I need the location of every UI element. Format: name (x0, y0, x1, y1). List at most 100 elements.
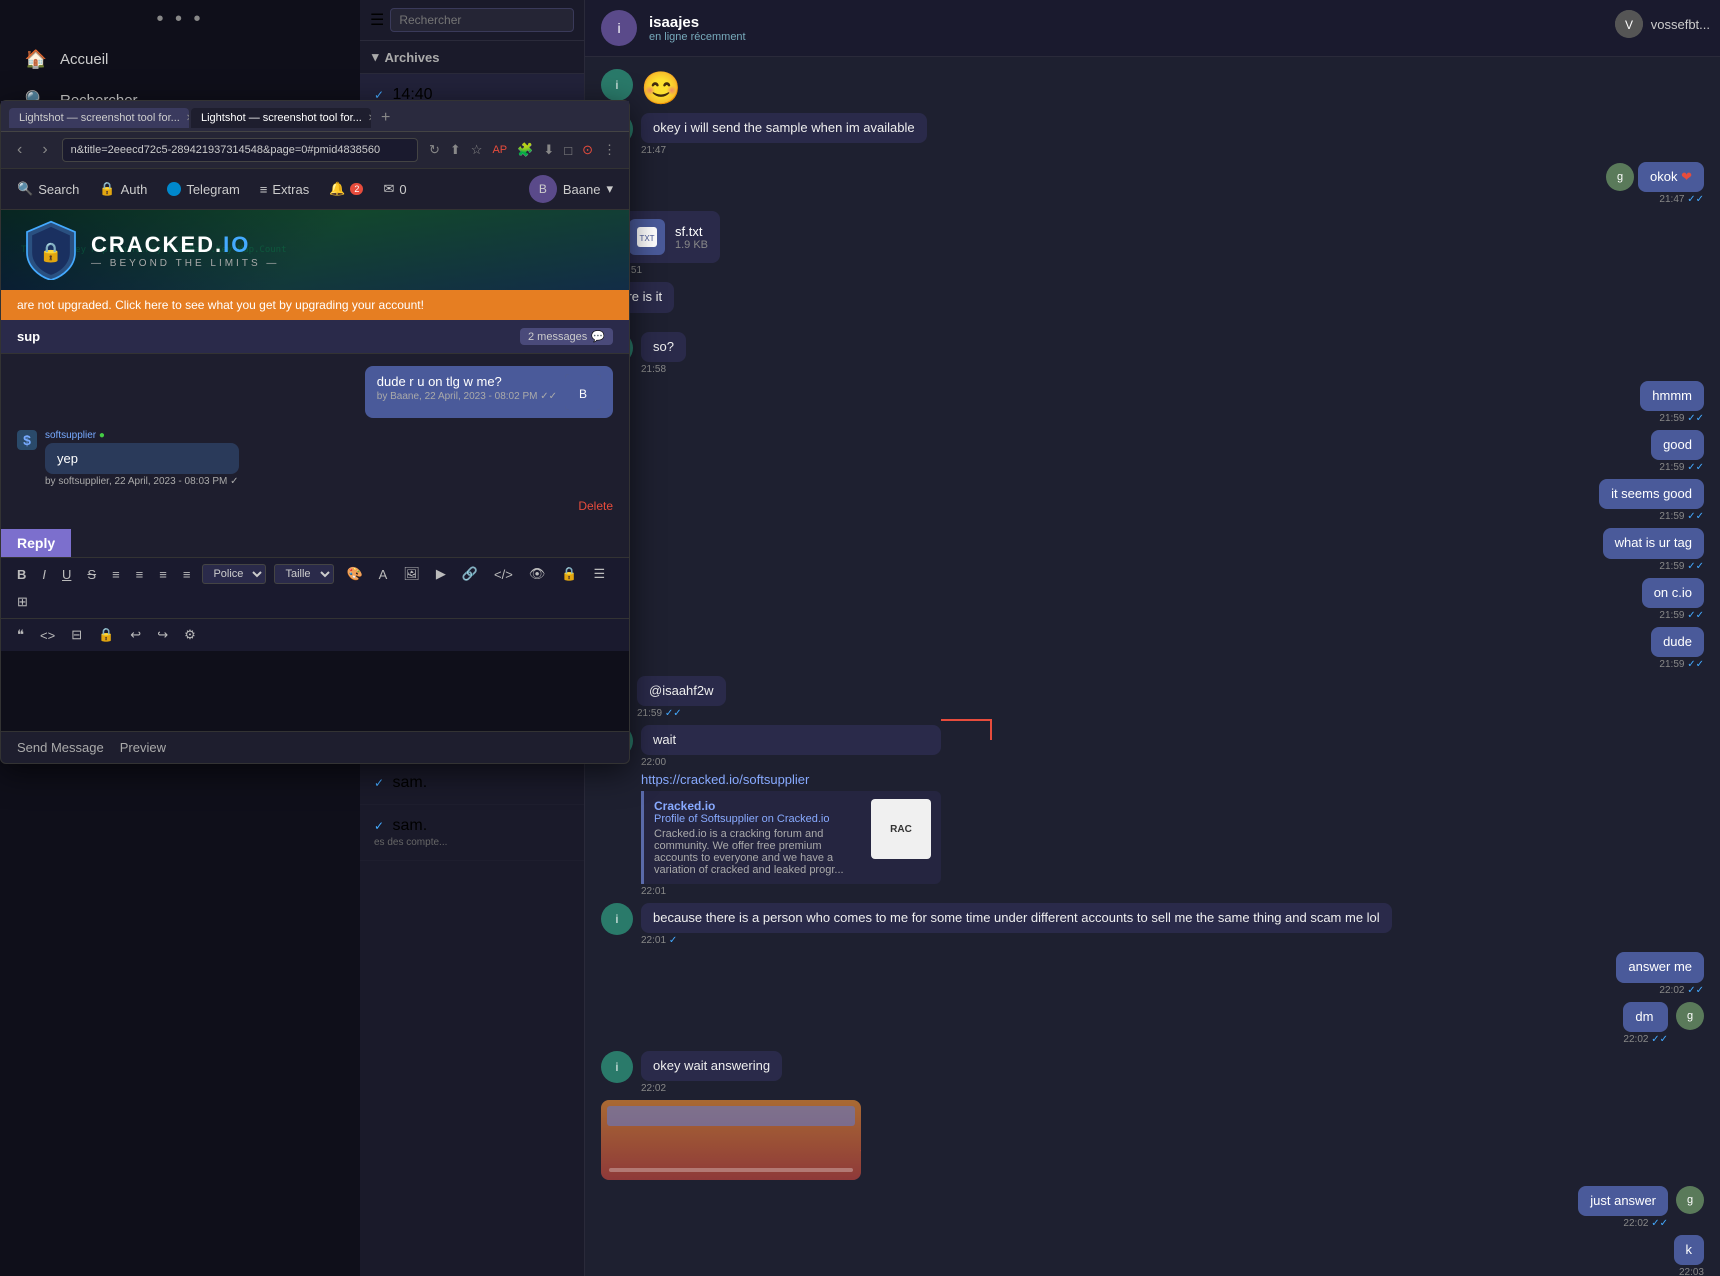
indent-button[interactable]: ⊟ (67, 625, 86, 645)
menu-icon[interactable]: ⋮ (600, 140, 619, 160)
msg-just-answer: g just answer 22:02 ✓✓ (1578, 1186, 1704, 1229)
reply-button[interactable]: Reply (1, 529, 71, 557)
msg-bubble-okey: okey i will send the sample when im avai… (641, 113, 927, 143)
logo-main: CRACKED.IO (91, 232, 279, 258)
video-button[interactable]: ▶ (432, 564, 450, 584)
refresh-icon[interactable]: ↻ (426, 140, 443, 160)
bubble-hmmm: hmmm (1640, 381, 1704, 411)
archive-dropdown-icon: ▾ (372, 49, 379, 65)
filter-icon: ☰ (370, 10, 384, 30)
site-hero: TreePair.Key Map.Count.Key TreePair.Key … (1, 210, 629, 290)
highlight-button[interactable]: A (375, 565, 392, 584)
site-nav-auth[interactable]: 🔒 Auth (99, 181, 147, 197)
address-bar[interactable] (62, 138, 418, 162)
align-left-button[interactable]: ≡ (108, 565, 124, 584)
archive-footer-text: es des compte... (374, 837, 447, 848)
svg-text:TXT: TXT (639, 234, 654, 243)
align-justify-button[interactable]: ≡ (179, 565, 195, 584)
browser-window: Lightshot — screenshot tool for... ✕ Lig… (0, 100, 630, 764)
table-button[interactable]: ⊞ (13, 592, 32, 612)
filename: sf.txt (675, 224, 708, 239)
bookmark-icon[interactable]: ☆ (468, 140, 486, 160)
browser-tab-2[interactable]: Lightshot — screenshot tool for... ✕ (191, 108, 371, 128)
bold-button[interactable]: B (13, 565, 30, 584)
extension2-icon[interactable]: 🧩 (514, 140, 536, 160)
messages-nav[interactable]: ✉ 0 (383, 181, 406, 197)
search-nav-icon: 🔍 (17, 181, 33, 197)
notif-badge: 2 (350, 183, 363, 195)
extension1-icon[interactable]: AP (489, 142, 510, 158)
align-right-button[interactable]: ≡ (155, 565, 171, 584)
strikethrough-button[interactable]: S (83, 565, 100, 584)
search-input[interactable] (390, 8, 574, 32)
chat-header: i isaajes en ligne récemment (585, 0, 1720, 57)
msg-row-2: $ softsupplier ● yep by softsupplier, 22… (17, 430, 613, 487)
video-thumbnail (601, 1100, 861, 1180)
align-center-button[interactable]: ≡ (132, 565, 148, 584)
notifications-nav[interactable]: 🔔 2 (329, 181, 363, 197)
code-button[interactable]: </> (490, 565, 517, 584)
image-button[interactable]: 🖼 (399, 564, 424, 584)
code-inline-button[interactable]: <> (36, 626, 59, 645)
share-icon[interactable]: ⬆ (447, 140, 464, 160)
link-desc: Cracked.io is a cracking forum and commu… (654, 828, 863, 876)
msg-dm: g dm 22:02 ✓✓ (1623, 1002, 1704, 1045)
msg-okey-wait: i okey wait answering 22:02 (601, 1051, 1483, 1094)
cracked-logo: 🔒 CRACKED.IO — BEYOND THE LIMITS — (21, 220, 279, 280)
upgrade-banner[interactable]: are not upgraded. Click here to see what… (1, 290, 629, 320)
logo-sub: — BEYOND THE LIMITS — (91, 258, 279, 269)
time-wait: 22:00 (641, 757, 941, 768)
color-picker-button[interactable]: 🎨 (342, 564, 366, 584)
msg-k: k 22:03 (1674, 1235, 1705, 1276)
arrow-to-link (941, 715, 1001, 745)
download-icon[interactable]: ⬇ (540, 140, 557, 160)
editor-toolbar-2: ❝ <> ⊟ 🔒 ↩ ↪ ⚙ (1, 618, 629, 651)
reply-editor[interactable] (1, 651, 629, 731)
chat-header-info: isaajes en ligne récemment (649, 14, 746, 43)
archive-item-17[interactable]: ✓ sam. es des compte... (360, 805, 584, 861)
tab-add-button[interactable]: + (373, 105, 398, 131)
cast-icon[interactable]: □ (561, 141, 575, 160)
underline-button[interactable]: U (58, 565, 75, 584)
reply-bar-container: Reply (1, 529, 629, 557)
browser-tabs-bar: Lightshot — screenshot tool for... ✕ Lig… (1, 101, 629, 132)
bell-icon: 🔔 (329, 181, 345, 197)
tab2-close[interactable]: ✕ (368, 113, 371, 124)
bubble-isaahf2w: @isaahf2w (637, 676, 726, 706)
size-select[interactable]: Taille (274, 564, 334, 584)
sidebar-item-home[interactable]: 🏠 Accueil (0, 39, 360, 80)
back-button[interactable]: ‹ (11, 139, 28, 161)
incoming-msg-meta: by softsupplier, 22 April, 2023 - 08:03 … (45, 476, 239, 487)
link-url[interactable]: https://cracked.io/softsupplier (641, 772, 941, 787)
list-button[interactable]: ☰ (590, 564, 610, 584)
lock-content-button[interactable]: 🔒 (557, 564, 581, 584)
content-lock-button[interactable]: 🔒 (94, 625, 118, 645)
link-preview-content: Cracked.io Profile of Softsupplier on Cr… (654, 799, 931, 876)
spoiler-button[interactable]: 👁 (525, 564, 550, 584)
forward-button[interactable]: › (36, 139, 53, 161)
tab2-label: Lightshot — screenshot tool for... (201, 112, 362, 124)
quote-button[interactable]: ❝ (13, 625, 28, 645)
archive-item-16[interactable]: ✓ sam. (360, 762, 584, 805)
send-message-button[interactable]: Send Message (17, 740, 104, 755)
browser-tab-1[interactable]: Lightshot — screenshot tool for... ✕ (9, 108, 189, 128)
preview-button[interactable]: Preview (120, 740, 166, 755)
link-button[interactable]: 🔗 (458, 564, 482, 584)
settings-button[interactable]: ⚙ (180, 625, 200, 645)
username-label: Baane (563, 182, 601, 197)
msg-meta-1: by Baane, 22 April, 2023 - 08:02 PM ✓✓ (377, 391, 557, 402)
italic-button[interactable]: I (38, 565, 50, 584)
undo-button[interactable]: ↩ (126, 625, 145, 645)
font-select[interactable]: Police (202, 564, 266, 584)
msg-seems-good: it seems good 21:59 ✓✓ (1599, 479, 1704, 522)
redo-button[interactable]: ↪ (153, 625, 172, 645)
video-progress-bar (607, 1106, 855, 1126)
delete-button[interactable]: Delete (17, 495, 613, 517)
user-menu[interactable]: B Baane ▾ (529, 175, 613, 203)
site-nav-search[interactable]: 🔍 Search (17, 181, 79, 197)
tab1-close[interactable]: ✕ (186, 113, 189, 124)
site-nav-telegram[interactable]: Telegram (167, 182, 239, 197)
site-nav: 🔍 Search 🔒 Auth Telegram ≡ Extras 🔔 2 ✉ (1, 169, 629, 210)
site-nav-extras[interactable]: ≡ Extras (260, 182, 309, 197)
user-circle-icon[interactable]: ⊙ (579, 140, 596, 160)
